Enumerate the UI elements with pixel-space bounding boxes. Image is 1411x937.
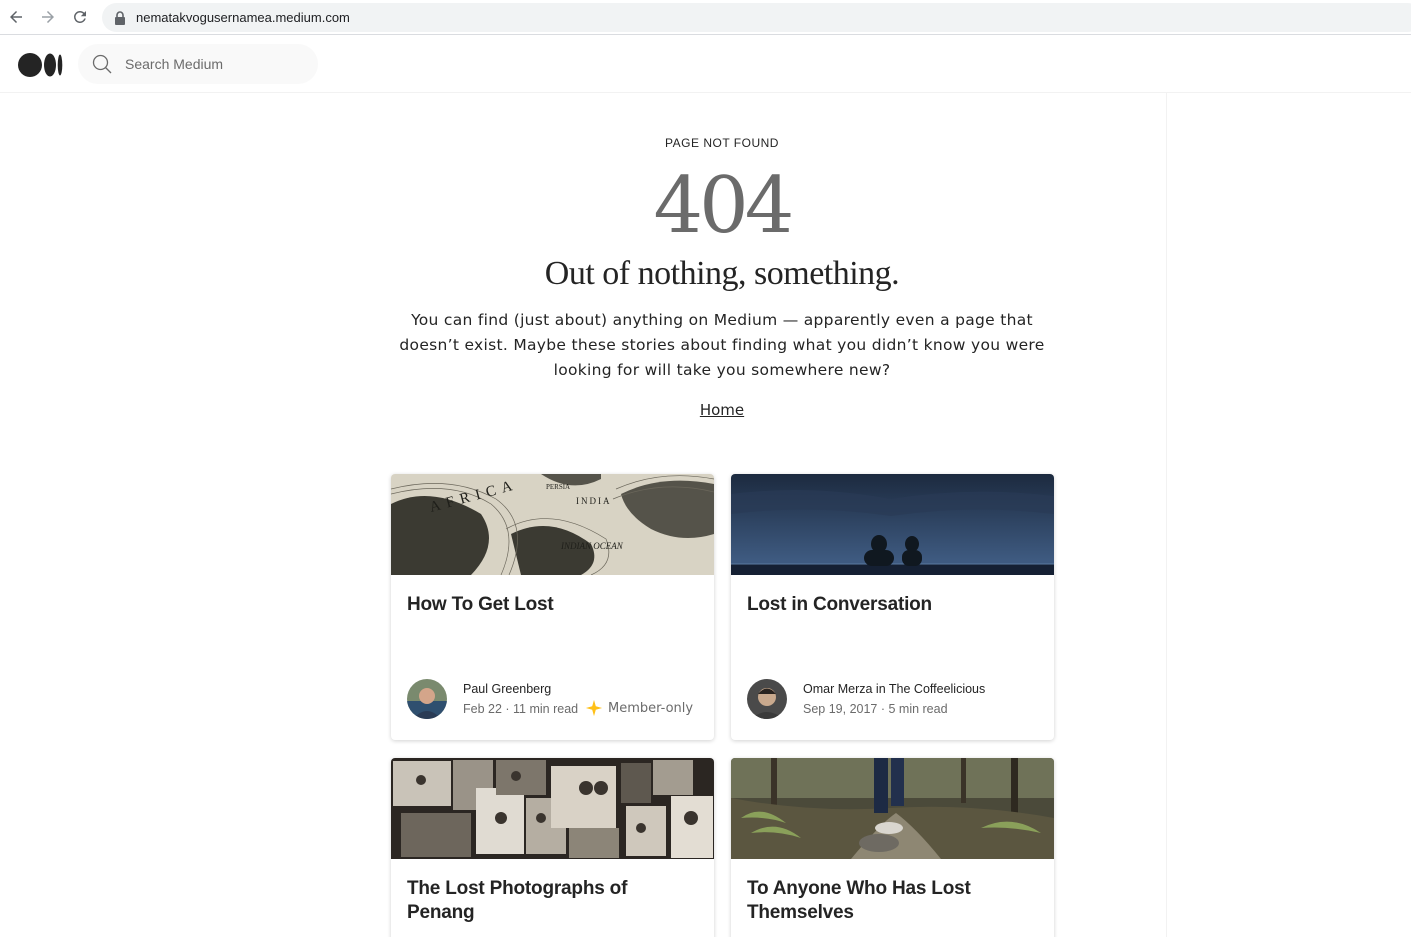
author-name[interactable]: Paul Greenberg <box>463 682 551 696</box>
member-only-label: Member-only <box>608 700 694 716</box>
story-meta: Sep 19, 2017 · 5 min read <box>803 702 948 716</box>
svg-text:INDIA: INDIA <box>576 496 612 506</box>
reload-button[interactable] <box>69 6 91 28</box>
url-text: nematakvogusernamea.medium.com <box>136 10 350 25</box>
svg-text:INDIAN OCEAN: INDIAN OCEAN <box>560 541 624 551</box>
arrow-left-icon <box>10 11 22 23</box>
browser-toolbar: nematakvogusernamea.medium.com <box>0 0 1411 35</box>
medium-logo[interactable] <box>18 52 64 78</box>
story-image-map: AFRICA INDIA INDIAN OCEAN PERSIA <box>391 474 714 575</box>
story-meta: Feb 22 · 11 min read <box>463 702 579 716</box>
avatar[interactable] <box>407 679 447 719</box>
error-code: 404 <box>653 161 795 251</box>
story-image-photographs <box>391 758 714 859</box>
author-row: Paul Greenberg Feb 22 · 11 min read Memb… <box>407 679 702 721</box>
reload-icon <box>73 10 86 23</box>
search-box[interactable] <box>78 44 318 84</box>
story-title[interactable]: Lost in Conversation <box>747 593 1037 617</box>
story-card[interactable]: The Lost Photographs of Penang <box>391 758 714 937</box>
address-bar[interactable]: nematakvogusernamea.medium.com <box>102 3 1411 32</box>
back-button[interactable] <box>5 6 27 28</box>
home-link-wrap: Home <box>0 401 1411 420</box>
story-image-sea <box>731 474 1054 575</box>
story-title[interactable]: How To Get Lost <box>407 593 697 617</box>
lock-icon <box>114 10 128 25</box>
forward-button[interactable] <box>37 6 59 28</box>
avatar[interactable] <box>747 679 787 719</box>
svg-text:PERSIA: PERSIA <box>546 483 570 491</box>
body-copy: You can find (just about) anything on Me… <box>0 308 1411 383</box>
search-input[interactable] <box>125 56 295 72</box>
member-only-badge: Member-only <box>585 699 693 717</box>
sparkle-star-icon <box>585 699 603 717</box>
story-title[interactable]: To Anyone Who Has Lost Themselves <box>747 877 1037 925</box>
story-card[interactable]: Lost in Conversation Omar Merza in The C… <box>731 474 1054 740</box>
page-headline: Out of nothing, something. <box>544 255 900 292</box>
story-image-forest-path <box>731 758 1054 859</box>
story-title[interactable]: The Lost Photographs of Penang <box>407 877 697 925</box>
arrow-right-icon <box>42 11 54 23</box>
body-text: You can find (just about) anything on Me… <box>399 311 1045 379</box>
home-link[interactable]: Home <box>700 401 744 419</box>
story-card[interactable]: AFRICA INDIA INDIAN OCEAN PERSIA How To … <box>391 474 714 740</box>
site-header <box>0 36 1411 93</box>
page-not-found-label: PAGE NOT FOUND <box>665 136 779 150</box>
author-name[interactable]: Omar Merza in The Coffeelicious <box>803 682 985 696</box>
search-icon <box>92 54 112 74</box>
author-row: Omar Merza in The Coffeelicious Sep 19, … <box>747 679 1042 721</box>
story-card[interactable]: To Anyone Who Has Lost Themselves <box>731 758 1054 937</box>
